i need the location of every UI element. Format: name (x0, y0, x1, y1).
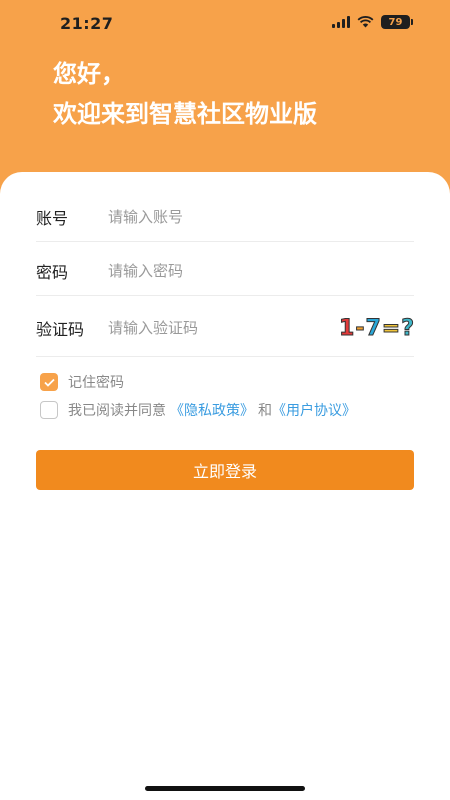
agree-checkbox[interactable] (40, 401, 58, 419)
remember-password-option[interactable]: 记住密码 (40, 372, 124, 392)
home-indicator (145, 786, 305, 791)
remember-checkbox[interactable] (40, 373, 58, 391)
greeting: 您好， 欢迎来到智慧社区物业版 (53, 54, 317, 134)
account-label: 账号 (36, 208, 69, 228)
status-bar: 21:27 79 (0, 0, 450, 50)
password-row: 密码 (36, 246, 414, 296)
password-label: 密码 (36, 262, 69, 282)
greeting-line-2: 欢迎来到智慧社区物业版 (53, 100, 317, 128)
account-row: 账号 (36, 192, 414, 242)
wifi-icon (357, 16, 374, 28)
captcha-glyph: ? (401, 315, 415, 341)
captcha-glyph: 7 (365, 315, 381, 341)
account-input[interactable] (108, 207, 414, 226)
captcha-glyph: 1 (339, 315, 355, 341)
captcha-image[interactable]: 1 - 7 = ? (302, 313, 415, 343)
login-button[interactable]: 立即登录 (36, 450, 414, 490)
password-input[interactable] (108, 261, 414, 280)
captcha-row: 验证码 1 - 7 = ? (36, 300, 414, 357)
privacy-policy-link[interactable]: 《隐私政策》 (170, 400, 254, 420)
captcha-label: 验证码 (36, 320, 85, 339)
greeting-line-1: 您好， (53, 60, 125, 88)
check-icon (43, 378, 55, 387)
captcha-glyph: - (355, 315, 365, 341)
captcha-input[interactable] (108, 319, 302, 337)
agreement-option: 我已阅读并同意 《隐私政策》 和 《用户协议》 (40, 400, 356, 420)
battery-icon: 79 (381, 15, 413, 29)
status-icons: 79 (332, 15, 413, 29)
status-time: 21:27 (60, 14, 114, 33)
agree-prefix: 我已阅读并同意 (68, 403, 166, 419)
remember-label: 记住密码 (68, 375, 124, 391)
captcha-glyph: = (381, 315, 401, 341)
cellular-signal-icon (332, 16, 350, 28)
login-card: 账号 密码 验证码 1 - 7 = ? 记住密码 我已阅读并同意 《隐私政策》 … (0, 172, 450, 800)
user-agreement-link[interactable]: 《用户协议》 (272, 400, 356, 420)
and-text: 和 (258, 403, 272, 419)
